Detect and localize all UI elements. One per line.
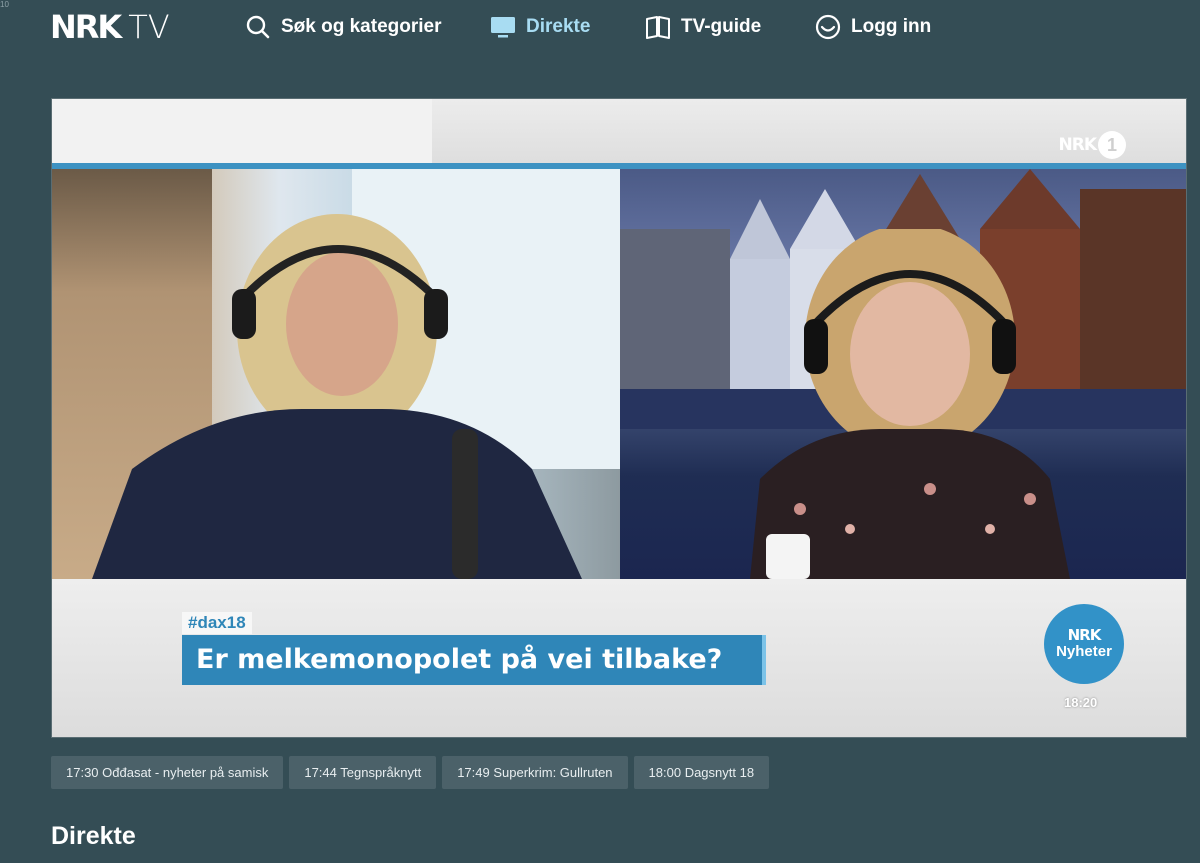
video-right-tromso — [620, 169, 1186, 579]
nav-login[interactable]: Logg inn — [815, 12, 931, 42]
nyheter-bug-brand: NRK — [1067, 626, 1102, 644]
nav-login-label: Logg inn — [851, 16, 932, 37]
open-book-icon — [645, 14, 671, 40]
channel-number: 1 — [1098, 131, 1126, 159]
nrk-nyheter-bug: NRK Nyheter — [1044, 604, 1124, 684]
section-title-direkte: Direkte — [51, 822, 136, 850]
logo-tv-text: TV — [128, 8, 170, 46]
nav-direkte[interactable]: Direkte — [490, 12, 590, 42]
video-left-studio — [52, 169, 620, 579]
schedule-item[interactable]: 17:44 Tegnspråknytt — [289, 756, 437, 789]
top-navigation: NRK TV Søk og kategorier Direkte TV-guid… — [0, 0, 1200, 56]
right-presenter-figure — [750, 229, 1070, 579]
nyheter-bug-label: Nyheter — [1056, 643, 1112, 660]
channel-logo-text: NRK — [1058, 135, 1097, 155]
tv-screen-icon — [490, 14, 516, 40]
nav-search-categories[interactable]: Søk og kategorier — [245, 12, 442, 42]
headline-accent-edge — [762, 635, 766, 685]
nrk1-channel-logo: NRK 1 — [1058, 131, 1126, 159]
live-video-player[interactable]: NRK 1 #dax18 Er melkemonopolet på vei ti… — [51, 98, 1187, 738]
broadcast-top-band — [52, 99, 1186, 163]
search-icon — [245, 14, 271, 40]
schedule-item[interactable]: 17:49 Superkrim: Gullruten — [442, 756, 628, 789]
logo-nrk-text: NRK — [50, 8, 122, 46]
schedule-item[interactable]: 18:00 Dagsnytt 18 — [633, 756, 770, 789]
lower-third-headline: Er melkemonopolet på vei tilbake? — [182, 635, 766, 685]
upcoming-schedule: 17:30 Ođđasat - nyheter på samisk 17:44 … — [51, 756, 770, 789]
smiley-user-icon — [815, 14, 841, 40]
nav-search-label: Søk og kategorier — [281, 16, 442, 37]
nav-direkte-label: Direkte — [526, 16, 591, 37]
left-presenter-figure — [92, 214, 582, 579]
nav-tv-guide[interactable]: TV-guide — [645, 12, 761, 42]
nav-tv-guide-label: TV-guide — [681, 16, 762, 37]
schedule-item[interactable]: 17:30 Ođđasat - nyheter på samisk — [51, 756, 284, 789]
hashtag-label: #dax18 — [182, 612, 252, 634]
broadcast-clock: 18:20 — [1064, 695, 1098, 710]
nrk-tv-logo[interactable]: NRK TV — [50, 10, 170, 44]
